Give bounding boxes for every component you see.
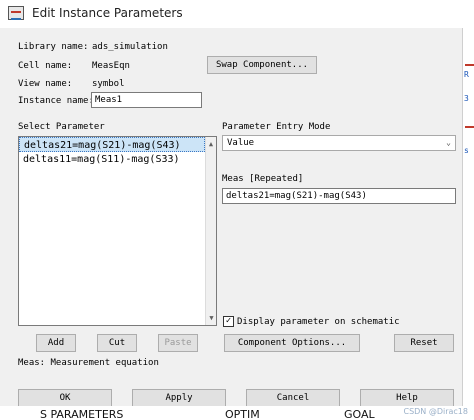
parameter-entry-mode-select[interactable]: Value ⌄: [222, 135, 456, 151]
background-wire: [465, 64, 474, 66]
dialog-body: Library name: ads_simulation Cell name: …: [0, 28, 463, 420]
parameter-list-scrollbar[interactable]: ▲ ▼: [205, 137, 216, 325]
background-bottom-strip: S PARAMETERS OPTIM GOAL CSDN @Dirac18: [0, 406, 474, 420]
instance-name-label: Instance name:: [18, 96, 94, 106]
cancel-button[interactable]: Cancel: [246, 389, 340, 407]
parameter-entry-mode-label: Parameter Entry Mode: [222, 122, 331, 132]
select-parameter-label: Select Parameter: [18, 122, 105, 132]
parameter-list-items: deltas21=mag(S21)-mag(S43) deltas11=mag(…: [19, 137, 205, 325]
background-sparameters-text: S PARAMETERS: [40, 408, 124, 420]
apply-button[interactable]: Apply: [132, 389, 226, 407]
component-options-button[interactable]: Component Options...: [224, 334, 360, 352]
scroll-down-arrow-icon[interactable]: ▼: [206, 311, 217, 325]
swap-component-button[interactable]: Swap Component...: [207, 56, 317, 74]
cell-name-label: Cell name:: [18, 61, 73, 71]
paste-button[interactable]: Paste: [158, 334, 198, 352]
parameter-list[interactable]: deltas21=mag(S21)-mag(S43) deltas11=mag(…: [18, 136, 217, 326]
title-bar[interactable]: Edit Instance Parameters: [0, 0, 474, 28]
library-name-label: Library name:: [18, 42, 89, 52]
background-goal-text: GOAL: [344, 408, 375, 420]
background-wire: [465, 126, 474, 128]
background-text: 3: [464, 94, 469, 103]
instance-name-input[interactable]: Meas1: [91, 92, 202, 108]
watermark: CSDN @Dirac18: [403, 407, 468, 416]
add-button[interactable]: Add: [36, 334, 76, 352]
scroll-up-arrow-icon[interactable]: ▲: [206, 137, 216, 151]
reset-button[interactable]: Reset: [394, 334, 454, 352]
display-parameter-checkbox[interactable]: ✓: [223, 316, 234, 327]
view-name-label: View name:: [18, 79, 73, 89]
parameter-list-item[interactable]: deltas11=mag(S11)-mag(S33): [19, 152, 205, 167]
background-text: R: [464, 70, 469, 79]
display-parameter-label: Display parameter on schematic: [237, 317, 400, 327]
cut-button[interactable]: Cut: [97, 334, 137, 352]
cell-name-value: MeasEqn: [92, 61, 130, 71]
parameter-list-item[interactable]: deltas21=mag(S21)-mag(S43): [19, 137, 205, 152]
parameter-entry-mode-value: Value: [227, 138, 255, 148]
meas-repeated-label: Meas [Repeated]: [222, 174, 304, 184]
ads-schematic-icon: [8, 6, 24, 20]
background-optim-text: OPTIM: [225, 408, 260, 420]
window-title: Edit Instance Parameters: [32, 6, 183, 20]
library-name-value: ads_simulation: [92, 42, 168, 52]
meas-value-input[interactable]: deltas21=mag(S21)-mag(S43): [222, 188, 456, 204]
chevron-down-icon: ⌄: [446, 138, 451, 147]
parameter-description: Meas: Measurement equation: [18, 358, 159, 368]
ok-button[interactable]: OK: [18, 389, 112, 407]
background-window-strip: R 3 s: [463, 28, 474, 420]
help-button[interactable]: Help: [360, 389, 454, 407]
view-name-value: symbol: [92, 79, 125, 89]
background-text: s: [464, 146, 469, 155]
